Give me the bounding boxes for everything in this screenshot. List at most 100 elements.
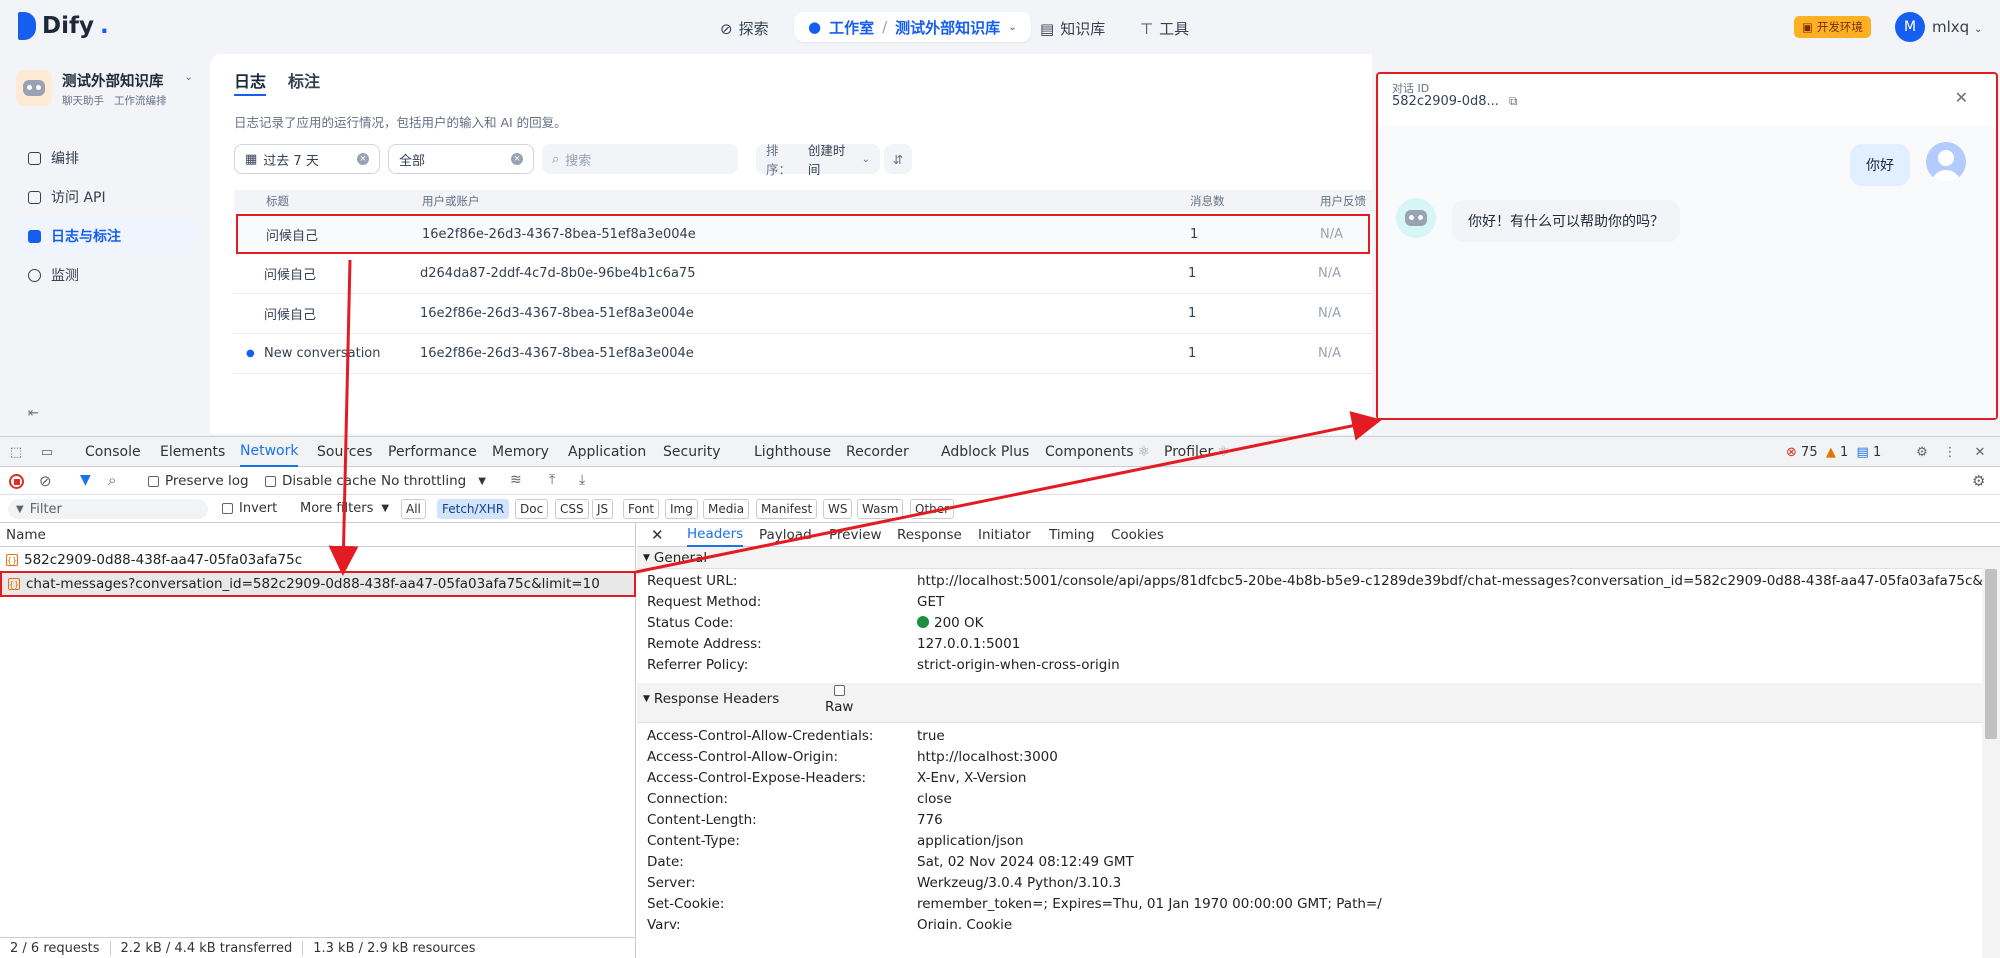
sidebar-item-orchestrate[interactable]: 编排	[16, 140, 194, 176]
tab-lighthouse[interactable]: Lighthouse	[754, 437, 831, 467]
calendar-icon: ▦	[245, 151, 258, 167]
scrollbar-thumb[interactable]	[1985, 569, 1997, 739]
chip-media[interactable]: Media	[703, 499, 750, 519]
react-icon: ⚛	[1217, 444, 1230, 460]
tab-annotations[interactable]: 标注	[288, 68, 320, 92]
close-detail-icon[interactable]: ✕	[651, 523, 664, 547]
sort-select[interactable]: 排序： 创建时间 ⌄	[756, 143, 880, 177]
raw-toggle[interactable]: Raw	[825, 685, 853, 715]
clear-log-icon[interactable]: ⊘	[39, 472, 52, 490]
tab-response[interactable]: Response	[897, 523, 962, 547]
nav-tools[interactable]: ⊤ 工具	[1140, 18, 1189, 39]
tab-security[interactable]: Security	[663, 437, 721, 467]
search-icon[interactable]: ⌕	[108, 471, 116, 489]
close-icon[interactable]: ✕	[1955, 88, 1968, 107]
header-row: Set-Cookie: remember_token=; Expires=Thu,…	[647, 896, 1382, 912]
chip-fetch-xhr[interactable]: Fetch/XHR	[437, 499, 510, 519]
invert-checkbox[interactable]: Invert	[222, 501, 277, 516]
clear-icon[interactable]: ×	[357, 153, 369, 165]
table-row[interactable]: ● New conversation 16e2f86e-26d3-4367-8b…	[234, 334, 1372, 374]
tab-preview[interactable]: Preview	[829, 523, 882, 547]
tab-timing[interactable]: Timing	[1049, 523, 1095, 547]
chip-other[interactable]: Other	[910, 499, 955, 519]
copy-icon[interactable]: ⧉	[1509, 94, 1518, 109]
tab-network[interactable]: Network	[240, 437, 299, 467]
sort-order-button[interactable]: ⇵	[884, 144, 912, 174]
user-avatar[interactable]: M	[1895, 12, 1925, 42]
chip-all[interactable]: All	[401, 499, 426, 519]
sidebar-item-api[interactable]: 访问 API	[16, 179, 194, 215]
settings-gear-icon[interactable]: ⚙	[1914, 444, 1930, 460]
tab-initiator[interactable]: Initiator	[978, 523, 1031, 547]
tab-adblock[interactable]: Adblock Plus	[941, 437, 1029, 467]
collapse-sidebar-icon[interactable]: ⇤	[28, 406, 39, 421]
search-icon: ⌕	[552, 151, 560, 167]
app-switcher[interactable]: 测试外部知识库	[895, 17, 1000, 38]
close-devtools-icon[interactable]: ✕	[1972, 444, 1988, 460]
table-row[interactable]: 问候自己 16e2f86e-26d3-4367-8bea-51ef8a3e004…	[234, 294, 1372, 334]
more-filters-select[interactable]: More filters ▼	[300, 501, 389, 516]
table-row[interactable]: 问候自己 16e2f86e-26d3-4367-8bea-51ef8a3e004…	[236, 214, 1370, 254]
chip-wasm[interactable]: Wasm	[857, 499, 904, 519]
request-list: Name {} 582c2909-0d88-438f-aa47-05fa03afa…	[0, 523, 636, 958]
nav-studio[interactable]: ● 工作室 / 测试外部知识库 ⌄	[794, 12, 1031, 42]
filter-input[interactable]: ▼ Filter	[8, 499, 208, 519]
tab-console[interactable]: Console	[85, 437, 141, 467]
app-header[interactable]: 测试外部知识库 聊天助手 工作流编排 ⌄	[16, 70, 193, 108]
network-conditions-icon[interactable]: ≋	[510, 472, 522, 488]
preserve-log-checkbox[interactable]: Preserve log	[148, 473, 249, 489]
name-column-header[interactable]: Name	[0, 523, 636, 547]
chip-font[interactable]: Font	[623, 499, 660, 519]
download-icon[interactable]: ⤓	[579, 472, 585, 488]
filter-funnel-icon[interactable]: ▼	[80, 472, 91, 488]
tab-components[interactable]: Components ⚛	[1045, 437, 1150, 467]
compass-icon: ⊘	[720, 19, 733, 38]
device-toolbar-icon[interactable]: ▭	[38, 444, 56, 460]
general-section-header[interactable]: ▼ General	[637, 547, 1982, 569]
username[interactable]: mlxq ⌄	[1932, 18, 1982, 36]
chip-manifest[interactable]: Manifest	[756, 499, 818, 519]
throttling-select[interactable]: No throttling ▼	[381, 473, 486, 489]
clear-icon[interactable]: ×	[511, 153, 523, 165]
tab-payload[interactable]: Payload	[759, 523, 812, 547]
chevron-down-icon[interactable]: ⌄	[185, 72, 193, 83]
table-row[interactable]: 问候自己 d264da87-2ddf-4c7d-8b0e-96be4b1c6a7…	[234, 254, 1372, 294]
dify-logo[interactable]: Dify.	[18, 12, 109, 40]
more-vertical-icon[interactable]: ⋮	[1944, 444, 1957, 460]
upload-icon[interactable]: ⤒	[549, 472, 555, 488]
tab-memory[interactable]: Memory	[492, 437, 549, 467]
sidebar-item-logs[interactable]: 日志与标注	[16, 218, 194, 254]
tab-logs[interactable]: 日志	[234, 68, 266, 92]
tab-profiler[interactable]: Profiler ⚛	[1164, 437, 1230, 467]
request-row[interactable]: {} 582c2909-0d88-438f-aa47-05fa03afa75c	[0, 549, 636, 571]
tab-performance[interactable]: Performance	[388, 437, 477, 467]
chip-ws[interactable]: WS	[823, 499, 853, 519]
tool-icon: ⊤	[1140, 19, 1154, 38]
record-stop-icon[interactable]	[9, 474, 24, 489]
inspect-element-icon[interactable]: ⬚	[8, 444, 24, 460]
nav-knowledge[interactable]: ▤ 知识库	[1040, 18, 1105, 39]
tab-cookies[interactable]: Cookies	[1111, 523, 1164, 547]
disable-cache-checkbox[interactable]: Disable cache	[265, 473, 376, 489]
nav-explore[interactable]: ⊘ 探索	[720, 18, 769, 39]
header-row: Remote Address: 127.0.0.1:5001	[647, 636, 1021, 652]
network-settings-icon[interactable]: ⚙	[1972, 472, 1985, 490]
issue-counters[interactable]: ⊗ 75 ▲ 1 ▤ 1	[1786, 437, 1881, 467]
request-row-selected[interactable]: {} chat-messages?conversation_id=582c2909…	[0, 571, 636, 597]
chip-js[interactable]: JS	[592, 499, 614, 519]
tab-headers[interactable]: Headers	[687, 523, 744, 547]
tab-recorder[interactable]: Recorder	[846, 437, 909, 467]
header-row: Access-Control-Allow-Credentials: true	[647, 728, 945, 744]
chip-img[interactable]: Img	[665, 499, 698, 519]
tab-sources[interactable]: Sources	[317, 437, 372, 467]
tab-application[interactable]: Application	[568, 437, 646, 467]
sidebar-item-monitor[interactable]: 监测	[16, 257, 194, 293]
chip-css[interactable]: CSS	[555, 499, 589, 519]
period-filter[interactable]: ▦ 过去 7 天 ×	[234, 144, 380, 174]
network-summary: 2 / 6 requests 2.2 kB / 4.4 kB transferr…	[0, 937, 636, 958]
search-input[interactable]: ⌕ 搜索	[542, 144, 738, 174]
tab-elements[interactable]: Elements	[160, 437, 225, 467]
response-headers-section-header[interactable]: ▼ Response Headers Raw	[637, 683, 1982, 723]
chip-doc[interactable]: Doc	[515, 499, 549, 519]
status-filter[interactable]: 全部 ×	[388, 144, 534, 174]
